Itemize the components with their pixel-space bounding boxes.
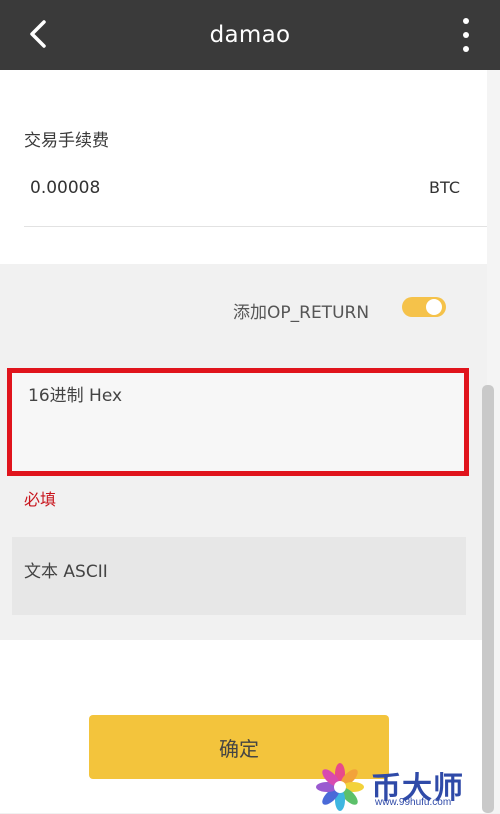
- fee-value[interactable]: 0.00008: [30, 178, 100, 198]
- op-return-label: 添加OP_RETURN: [233, 303, 370, 323]
- fee-unit: BTC: [429, 178, 460, 197]
- hex-field[interactable]: 16进制 Hex: [7, 368, 469, 476]
- page-title: damao: [209, 22, 291, 48]
- ascii-field[interactable]: 文本 ASCII: [12, 537, 466, 615]
- required-error: 必填: [24, 490, 57, 509]
- fee-card: 交易手续费 0.00008 BTC: [0, 70, 487, 264]
- op-return-toggle[interactable]: [402, 297, 446, 317]
- watermark-url: www.99hufu.com: [375, 797, 452, 808]
- ascii-field-label: 文本 ASCII: [24, 562, 108, 582]
- toggle-knob: [424, 297, 444, 317]
- scrollbar-thumb[interactable]: [482, 385, 494, 813]
- fee-label: 交易手续费: [24, 131, 109, 151]
- more-vertical-icon: [463, 18, 469, 24]
- divider: [24, 226, 487, 227]
- watermark: 币大师 www.99hufu.com: [313, 760, 500, 813]
- hex-field-label: 16进制 Hex: [28, 386, 123, 406]
- flower-logo-icon: [316, 763, 364, 811]
- more-menu-button[interactable]: [454, 18, 478, 52]
- app-header: damao: [0, 0, 500, 70]
